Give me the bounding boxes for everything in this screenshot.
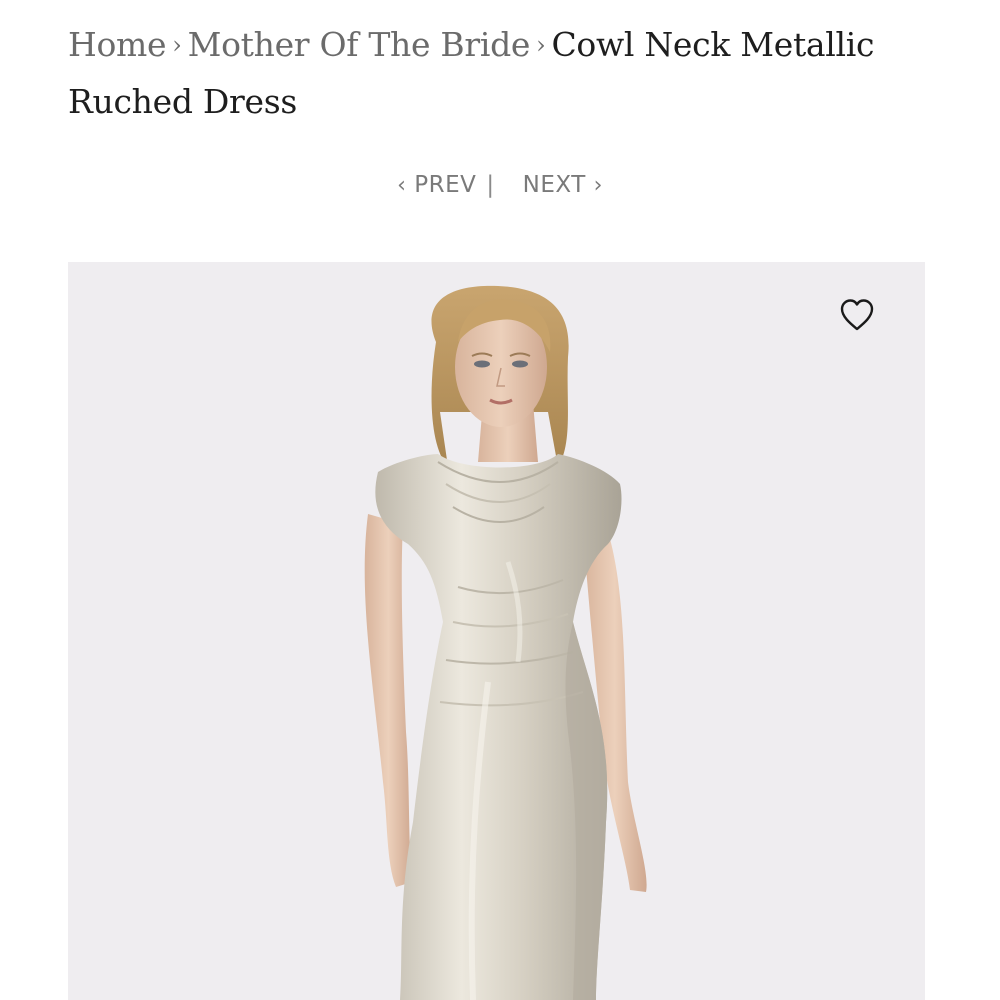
product-pager: ‹ PREV | NEXT › [0, 172, 1000, 198]
prev-link[interactable]: ‹ PREV [397, 172, 476, 198]
chevron-left-icon: ‹ [397, 173, 407, 198]
next-label: NEXT [522, 172, 586, 198]
heart-outline-icon[interactable] [839, 298, 875, 332]
product-photo [364, 285, 647, 1000]
pager-divider: | [486, 172, 495, 198]
breadcrumb: Home › Mother Of The Bride › Cowl Neck Metal… [68, 18, 928, 128]
breadcrumb-separator: › [536, 31, 546, 59]
left-arm [364, 514, 412, 887]
prev-label: PREV [414, 172, 477, 198]
breadcrumb-separator: › [172, 31, 182, 59]
product-image-frame[interactable] [68, 262, 925, 1000]
breadcrumb-home-link[interactable]: Home [68, 25, 167, 64]
chevron-right-icon: › [593, 173, 603, 198]
next-link[interactable]: NEXT › [523, 172, 603, 198]
breadcrumb-category-link[interactable]: Mother Of The Bride [188, 25, 531, 64]
